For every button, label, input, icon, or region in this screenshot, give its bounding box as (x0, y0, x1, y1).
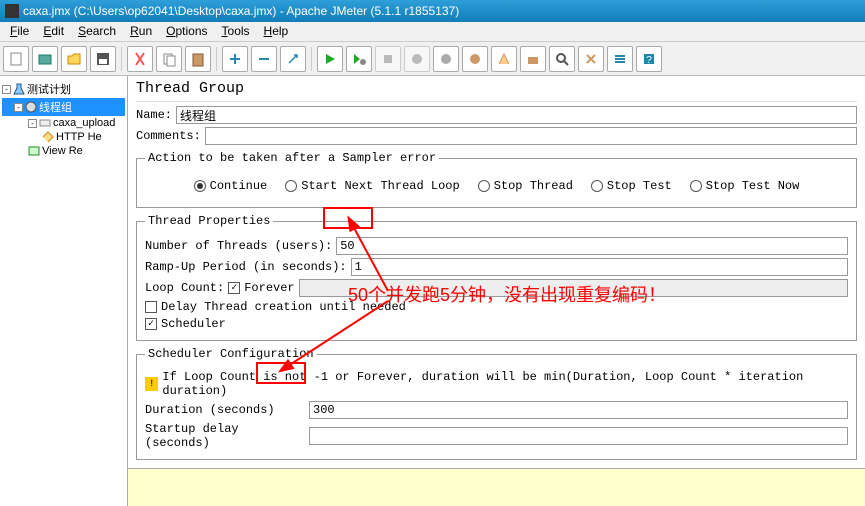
thread-props-legend: Thread Properties (145, 214, 273, 228)
clear-all-button[interactable] (520, 46, 546, 72)
app-icon (5, 4, 19, 18)
tree-toggle-icon[interactable]: - (14, 103, 23, 112)
new-button[interactable] (3, 46, 29, 72)
menu-help[interactable]: Help (257, 22, 296, 41)
sampler-error-legend: Action to be taken after a Sampler error (145, 151, 439, 165)
scheduler-warning: If Loop Count is not -1 or Forever, dura… (162, 370, 844, 398)
toolbar: ? (0, 42, 865, 76)
scheduler-fieldset: Scheduler Configuration ! If Loop Count … (136, 347, 857, 460)
menu-file[interactable]: File (3, 22, 36, 41)
scheduler-checkbox[interactable] (145, 318, 157, 330)
gear-icon (25, 101, 37, 113)
scheduler-label: Scheduler (161, 317, 226, 331)
forever-checkbox[interactable] (228, 282, 240, 294)
num-threads-input[interactable] (336, 237, 848, 255)
startup-delay-input[interactable] (309, 427, 848, 445)
radio-stop-thread[interactable]: Stop Thread (478, 179, 573, 193)
name-label: Name: (136, 108, 172, 122)
rampup-label: Ramp-Up Period (in seconds): (145, 260, 347, 274)
window-titlebar: caxa.jmx (C:\Users\op62041\Desktop\caxa.… (0, 0, 865, 22)
menu-search[interactable]: Search (71, 22, 123, 41)
remote-stop-button[interactable] (462, 46, 488, 72)
paste-button[interactable] (185, 46, 211, 72)
tree-panel: - 测试计划 - 线程组 - caxa_upload HTTP He View … (0, 76, 128, 506)
tree-toggle-icon[interactable]: - (2, 85, 11, 94)
comments-input[interactable] (205, 127, 857, 145)
warning-icon: ! (145, 377, 158, 391)
name-input[interactable] (176, 106, 857, 124)
sampler-error-fieldset: Action to be taken after a Sampler error… (136, 151, 857, 208)
window-title: caxa.jmx (C:\Users\op62041\Desktop\caxa.… (23, 0, 459, 22)
menu-edit[interactable]: Edit (36, 22, 71, 41)
cut-button[interactable] (127, 46, 153, 72)
start-button[interactable] (317, 46, 343, 72)
startup-delay-label: Startup delay (seconds) (145, 422, 305, 450)
num-threads-label: Number of Threads (users): (145, 239, 332, 253)
scheduler-legend: Scheduler Configuration (145, 347, 317, 361)
save-button[interactable] (90, 46, 116, 72)
remote-start-button[interactable] (433, 46, 459, 72)
rampup-input[interactable] (351, 258, 848, 276)
help-button[interactable]: ? (636, 46, 662, 72)
panel-title: Thread Group (136, 80, 857, 102)
tree-toggle-icon[interactable]: - (28, 119, 37, 128)
expand-button[interactable] (222, 46, 248, 72)
controller-icon (39, 117, 51, 129)
loop-count-label: Loop Count: (145, 281, 224, 295)
forever-label: Forever (244, 281, 294, 295)
tree-thread-group[interactable]: - 线程组 (2, 98, 125, 116)
stop-button[interactable] (375, 46, 401, 72)
radio-stop-test[interactable]: Stop Test (591, 179, 672, 193)
search-button[interactable] (549, 46, 575, 72)
tree-root[interactable]: - 测试计划 (2, 80, 125, 98)
annotation-text: 50个并发跑5分钟，没有出现重复编码！ (348, 281, 666, 307)
tree-listener[interactable]: View Re (2, 144, 125, 158)
thread-props-fieldset: Thread Properties Number of Threads (use… (136, 214, 857, 341)
sampler-icon (42, 131, 54, 143)
delay-checkbox[interactable] (145, 301, 157, 313)
radio-next-loop[interactable]: Start Next Thread Loop (285, 179, 459, 193)
menu-run[interactable]: Run (123, 22, 159, 41)
duration-input[interactable] (309, 401, 848, 419)
collapse-button[interactable] (251, 46, 277, 72)
content-panel: Thread Group Name: Comments: Action to b… (128, 76, 865, 506)
reset-search-button[interactable] (578, 46, 604, 72)
radio-continue[interactable]: Continue (194, 179, 268, 193)
menu-tools[interactable]: Tools (215, 22, 257, 41)
comments-label: Comments: (136, 129, 201, 143)
templates-button[interactable] (32, 46, 58, 72)
menu-options[interactable]: Options (159, 22, 214, 41)
start-no-timers-button[interactable] (346, 46, 372, 72)
tree-http-sampler[interactable]: HTTP He (2, 130, 125, 144)
duration-label: Duration (seconds) (145, 403, 305, 417)
radio-stop-now[interactable]: Stop Test Now (690, 179, 800, 193)
clear-button[interactable] (491, 46, 517, 72)
flask-icon (13, 83, 25, 95)
copy-button[interactable] (156, 46, 182, 72)
toggle-button[interactable] (280, 46, 306, 72)
menubar: File Edit Search Run Options Tools Help (0, 22, 865, 42)
function-helper-button[interactable] (607, 46, 633, 72)
listener-icon (28, 145, 40, 157)
open-button[interactable] (61, 46, 87, 72)
shutdown-button[interactable] (404, 46, 430, 72)
tree-controller[interactable]: - caxa_upload (2, 116, 125, 130)
status-area (128, 468, 865, 506)
svg-text:?: ? (646, 55, 652, 66)
